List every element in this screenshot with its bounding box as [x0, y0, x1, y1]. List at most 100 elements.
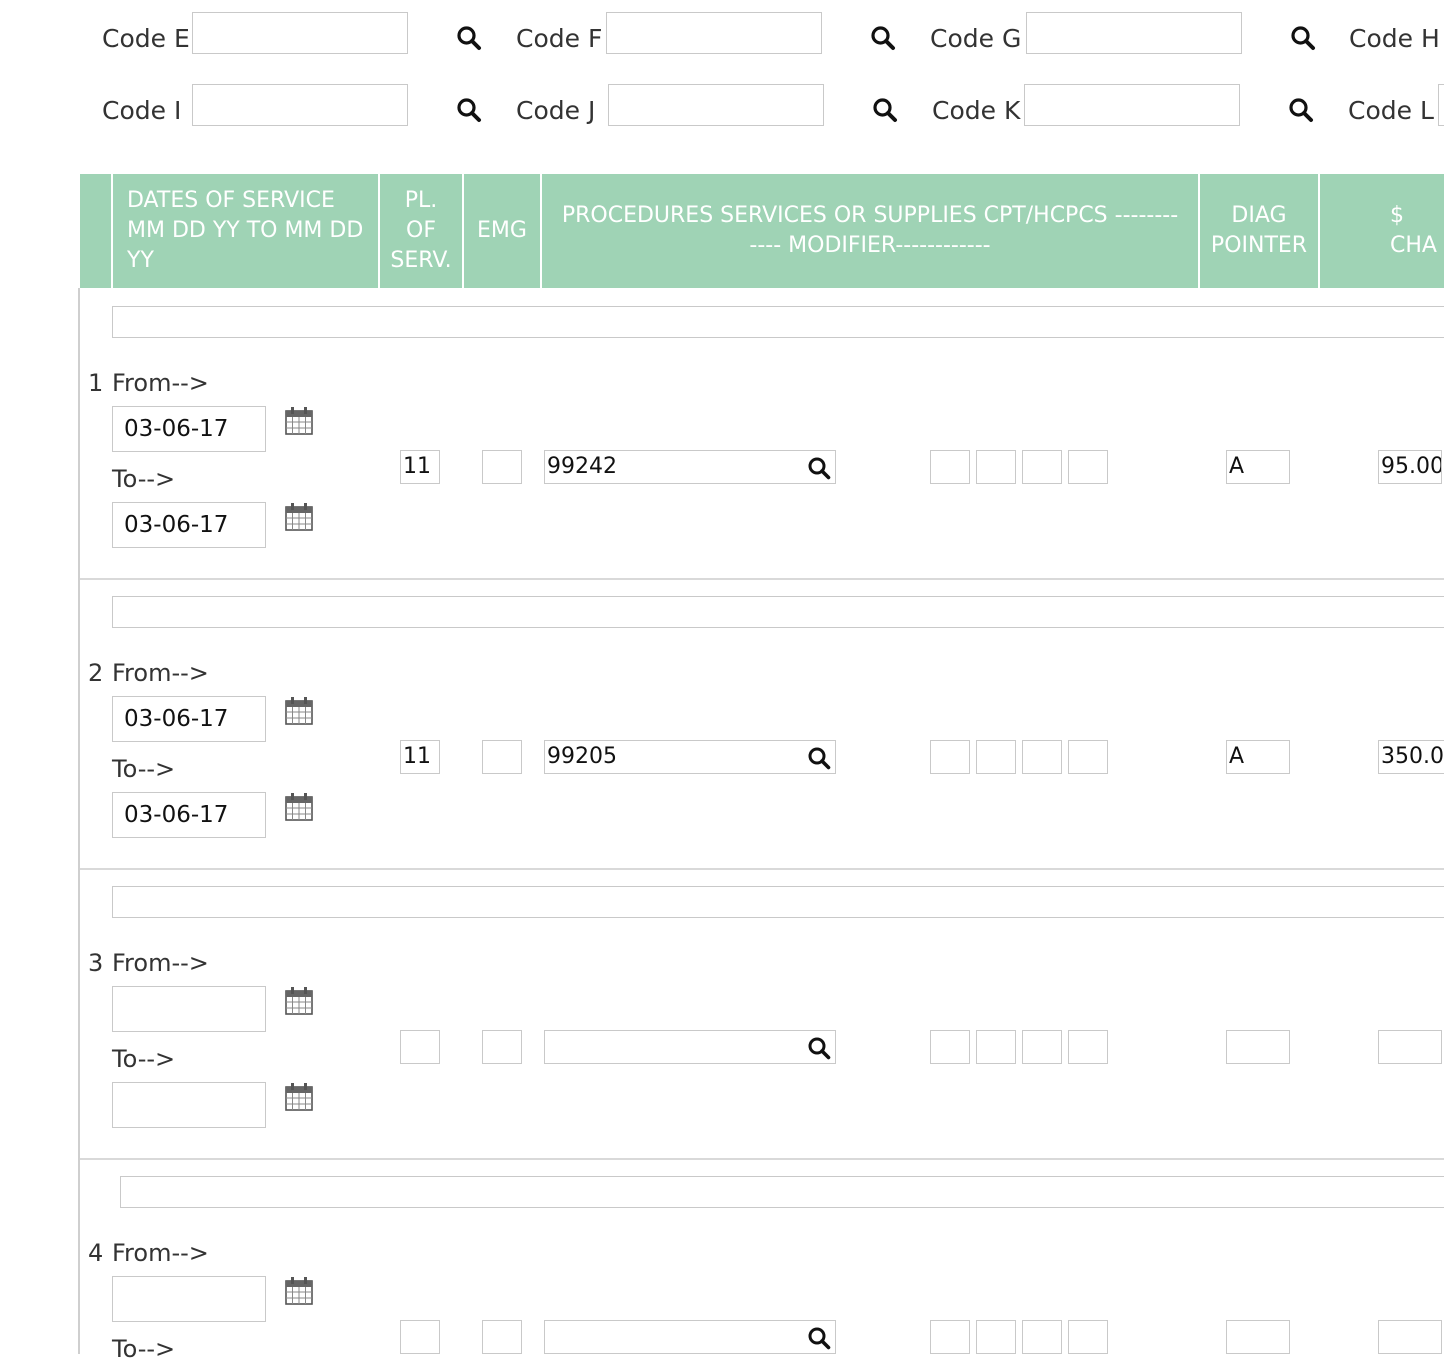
- modifier-1-input[interactable]: [930, 1320, 970, 1354]
- search-icon[interactable]: [807, 456, 831, 480]
- calendar-icon[interactable]: [284, 502, 314, 532]
- line-description-input[interactable]: [112, 886, 1444, 918]
- row-number: 3: [88, 949, 104, 977]
- table-left-border: [78, 288, 80, 1354]
- modifier-2-input[interactable]: [976, 1320, 1016, 1354]
- place-of-service-input[interactable]: 11: [400, 450, 440, 484]
- diag-pointer-input[interactable]: [1226, 1320, 1290, 1354]
- header-place-of-service: PL. OF SERV.: [390, 188, 452, 273]
- from-date-input[interactable]: [112, 986, 266, 1032]
- procedure-code-input[interactable]: [544, 1030, 836, 1064]
- modifier-2-input[interactable]: [976, 740, 1016, 774]
- row-divider: [80, 868, 1444, 870]
- emg-input[interactable]: [482, 740, 522, 774]
- from-label: From-->: [112, 1239, 209, 1267]
- from-date-input[interactable]: 03-06-17: [112, 696, 266, 742]
- modifier-4-input[interactable]: [1068, 1030, 1108, 1064]
- row-number: 2: [88, 659, 104, 687]
- modifier-2-input[interactable]: [976, 1030, 1016, 1064]
- modifier-2-input[interactable]: [976, 450, 1016, 484]
- emg-input[interactable]: [482, 1030, 522, 1064]
- calendar-icon[interactable]: [284, 1276, 314, 1306]
- code-l-input[interactable]: [1438, 84, 1444, 126]
- code-f-input[interactable]: [606, 12, 822, 54]
- calendar-icon[interactable]: [284, 1082, 314, 1112]
- line-description-input[interactable]: [120, 1176, 1444, 1208]
- modifier-3-input[interactable]: [1022, 1030, 1062, 1064]
- emg-input[interactable]: [482, 450, 522, 484]
- calendar-icon[interactable]: [284, 696, 314, 726]
- search-icon[interactable]: [807, 746, 831, 770]
- modifier-3-input[interactable]: [1022, 740, 1062, 774]
- search-icon[interactable]: [456, 97, 482, 123]
- calendar-icon[interactable]: [284, 986, 314, 1016]
- code-j-label: Code J: [516, 96, 596, 125]
- code-i-label: Code I: [102, 96, 182, 125]
- header-procedures: PROCEDURES SERVICES OR SUPPLIES CPT/HCPC…: [561, 203, 1179, 258]
- charges-input[interactable]: [1378, 1030, 1442, 1064]
- place-of-service-input[interactable]: [400, 1320, 440, 1354]
- to-date-input[interactable]: 03-06-17: [112, 502, 266, 548]
- header-emg: EMG: [477, 218, 527, 243]
- to-label: To-->: [112, 1335, 176, 1363]
- line-description-input[interactable]: [112, 596, 1444, 628]
- procedure-code-value: 99205: [547, 744, 617, 769]
- from-label: From-->: [112, 949, 209, 977]
- code-k-label: Code K: [932, 96, 1021, 125]
- search-icon[interactable]: [807, 1036, 831, 1060]
- to-label: To-->: [112, 1045, 176, 1073]
- modifier-3-input[interactable]: [1022, 1320, 1062, 1354]
- header-diag-pointer: DIAG POINTER: [1210, 203, 1308, 258]
- charges-input[interactable]: 350.0: [1378, 740, 1444, 774]
- emg-input[interactable]: [482, 1320, 522, 1354]
- search-icon[interactable]: [807, 1326, 831, 1350]
- modifier-4-input[interactable]: [1068, 1320, 1108, 1354]
- from-date-input[interactable]: [112, 1276, 266, 1322]
- procedure-code-input[interactable]: [544, 1320, 836, 1354]
- diag-pointer-input[interactable]: A: [1226, 450, 1290, 484]
- calendar-icon[interactable]: [284, 792, 314, 822]
- code-e-label: Code E: [102, 24, 190, 53]
- service-lines-header: DATES OF SERVICE MM DD YY TO MM DD YY PL…: [80, 174, 1444, 288]
- place-of-service-input[interactable]: 11: [400, 740, 440, 774]
- search-icon[interactable]: [1288, 97, 1314, 123]
- row-number: 1: [88, 369, 104, 397]
- search-icon[interactable]: [1290, 25, 1316, 51]
- code-f-label: Code F: [516, 24, 603, 53]
- modifier-1-input[interactable]: [930, 450, 970, 484]
- code-l-label: Code L: [1348, 96, 1434, 125]
- row-divider: [80, 578, 1444, 580]
- search-icon[interactable]: [870, 25, 896, 51]
- to-date-input[interactable]: 03-06-17: [112, 792, 266, 838]
- search-icon[interactable]: [872, 97, 898, 123]
- place-of-service-input[interactable]: [400, 1030, 440, 1064]
- line-description-input[interactable]: [112, 306, 1444, 338]
- modifier-4-input[interactable]: [1068, 450, 1108, 484]
- diag-pointer-input[interactable]: [1226, 1030, 1290, 1064]
- calendar-icon[interactable]: [284, 406, 314, 436]
- charges-input[interactable]: 95.00: [1378, 450, 1442, 484]
- diag-pointer-input[interactable]: A: [1226, 740, 1290, 774]
- procedure-code-input[interactable]: 99242: [544, 450, 836, 484]
- search-icon[interactable]: [456, 25, 482, 51]
- from-label: From-->: [112, 369, 209, 397]
- header-charges: $ CHA: [1390, 203, 1437, 258]
- procedure-code-input[interactable]: 99205: [544, 740, 836, 774]
- row-divider: [80, 1158, 1444, 1160]
- from-label: From-->: [112, 659, 209, 687]
- code-i-input[interactable]: [192, 84, 408, 126]
- modifier-1-input[interactable]: [930, 740, 970, 774]
- header-dates-of-service: DATES OF SERVICE MM DD YY TO MM DD YY: [127, 188, 364, 273]
- charges-input[interactable]: [1378, 1320, 1442, 1354]
- modifier-4-input[interactable]: [1068, 740, 1108, 774]
- to-date-input[interactable]: [112, 1082, 266, 1128]
- to-label: To-->: [112, 465, 176, 493]
- code-j-input[interactable]: [608, 84, 824, 126]
- modifier-1-input[interactable]: [930, 1030, 970, 1064]
- modifier-3-input[interactable]: [1022, 450, 1062, 484]
- code-k-input[interactable]: [1024, 84, 1240, 126]
- code-e-input[interactable]: [192, 12, 408, 54]
- procedure-code-value: 99242: [547, 454, 617, 479]
- code-g-input[interactable]: [1026, 12, 1242, 54]
- from-date-input[interactable]: 03-06-17: [112, 406, 266, 452]
